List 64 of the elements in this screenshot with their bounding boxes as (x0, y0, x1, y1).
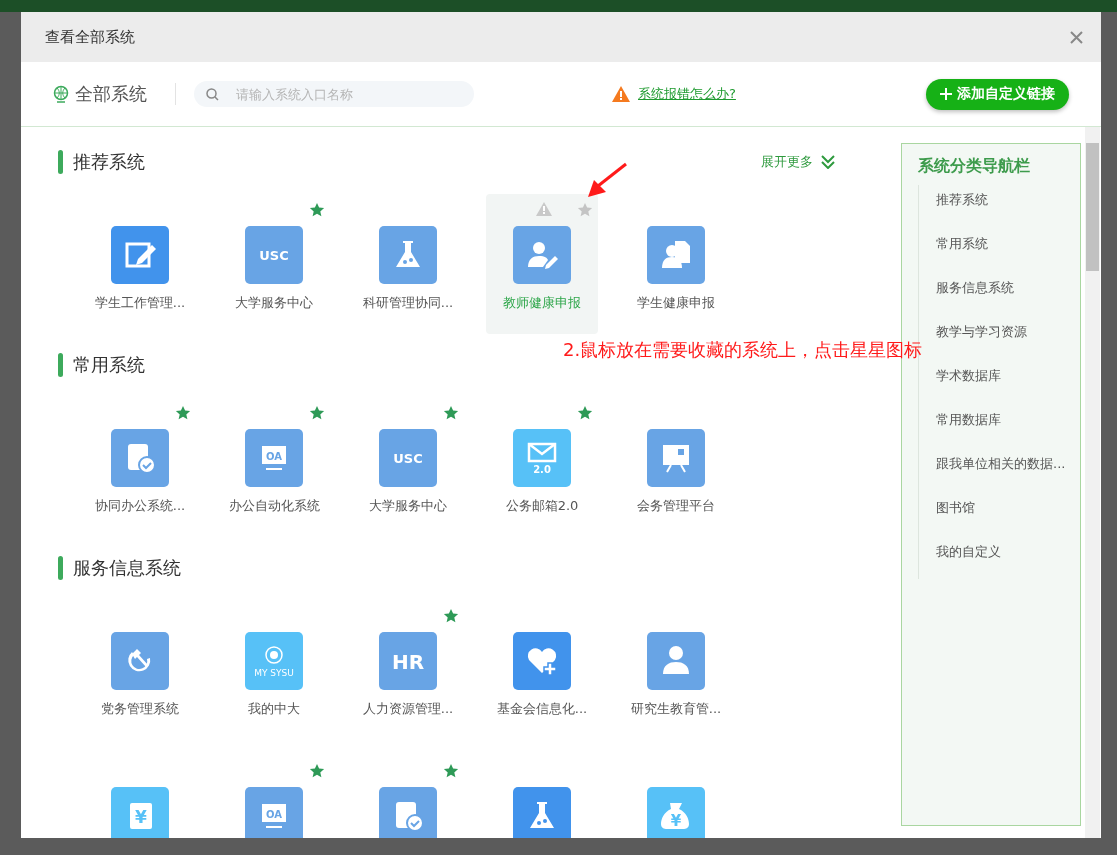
star-icon[interactable] (443, 608, 459, 624)
section-title: 常用系统 (73, 353, 145, 377)
nav-item[interactable]: 教学与学习资源 (936, 323, 1080, 341)
nav-item[interactable]: 推荐系统 (936, 191, 1080, 209)
warning-icon[interactable] (536, 202, 552, 216)
presentation-board-icon[interactable] (647, 429, 705, 487)
close-icon[interactable] (1070, 30, 1083, 44)
flask-icon[interactable] (379, 226, 437, 284)
nav-item[interactable]: 常用系统 (936, 235, 1080, 253)
search-field[interactable]: 请输入系统入口名称 (194, 81, 474, 107)
expand-more-link[interactable]: 展开更多 (761, 153, 835, 171)
form-check-icon[interactable] (111, 429, 169, 487)
annotation-text: 2.鼠标放在需要收藏的系统上，点击星星图标 (563, 338, 923, 362)
annotation-arrow (586, 162, 628, 200)
system-label[interactable]: 科研管理协同... (362, 294, 454, 312)
system-label[interactable]: 会务管理平台 (637, 497, 715, 515)
person-document-icon[interactable] (647, 226, 705, 284)
system-label[interactable]: 大学服务中心 (235, 294, 313, 312)
pencil-note-icon[interactable] (111, 226, 169, 284)
star-icon[interactable] (309, 763, 325, 779)
star-icon[interactable] (309, 202, 325, 218)
system-label[interactable]: 学生健康申报 (637, 294, 715, 312)
nav-item[interactable]: 学术数据库 (936, 367, 1080, 385)
star-icon[interactable] (443, 763, 459, 779)
star-icon[interactable] (577, 405, 593, 421)
star-icon[interactable] (577, 202, 593, 218)
system-label[interactable]: 协同办公系统... (94, 497, 186, 515)
plus-icon (940, 88, 952, 100)
system-label[interactable]: 公务邮箱2.0 (505, 497, 579, 515)
person-tie-icon[interactable] (647, 632, 705, 690)
star-icon[interactable] (309, 405, 325, 421)
system-label[interactable]: 大学服务中心 (369, 497, 447, 515)
search-icon (206, 88, 219, 101)
dialog-title: 查看全部系统 (45, 27, 135, 47)
section-marker (58, 150, 63, 174)
system-label[interactable]: 办公自动化系统 (228, 497, 320, 515)
system-label[interactable]: 基金会信息化... (496, 700, 588, 718)
warning-icon (612, 86, 630, 102)
scrollbar[interactable] (1085, 127, 1100, 838)
nav-title: 系统分类导航栏 (918, 156, 1031, 177)
system-label[interactable]: 研究生教育管... (630, 700, 722, 718)
toolbar-heading: 全部系统 (75, 82, 147, 106)
form-check-icon[interactable] (379, 787, 437, 838)
section-marker (58, 353, 63, 377)
nav-item[interactable]: 服务信息系统 (936, 279, 1080, 297)
section-marker (58, 556, 63, 580)
nav-item[interactable]: 图书馆 (936, 499, 1080, 517)
teacher-pencil-icon[interactable] (513, 226, 571, 284)
star-icon[interactable] (443, 405, 459, 421)
flask-icon[interactable] (513, 787, 571, 838)
system-label[interactable]: 人力资源管理... (362, 700, 454, 718)
star-icon[interactable] (175, 405, 191, 421)
nav-item[interactable]: 我的自定义 (936, 543, 1080, 561)
section-title: 推荐系统 (73, 150, 145, 174)
globe-icon (53, 85, 69, 103)
section-title: 服务信息系统 (73, 556, 181, 580)
system-label[interactable]: 我的中大 (248, 700, 300, 718)
help-link[interactable]: 系统报错怎么办? (638, 85, 736, 103)
nav-item[interactable]: 常用数据库 (936, 411, 1080, 429)
nav-item[interactable]: 跟我单位相关的数据... (936, 455, 1080, 473)
system-label[interactable]: 党务管理系统 (101, 700, 179, 718)
double-chevron-icon (821, 155, 835, 169)
system-label[interactable]: 学生工作管理... (94, 294, 186, 312)
heart-plus-icon[interactable] (513, 632, 571, 690)
